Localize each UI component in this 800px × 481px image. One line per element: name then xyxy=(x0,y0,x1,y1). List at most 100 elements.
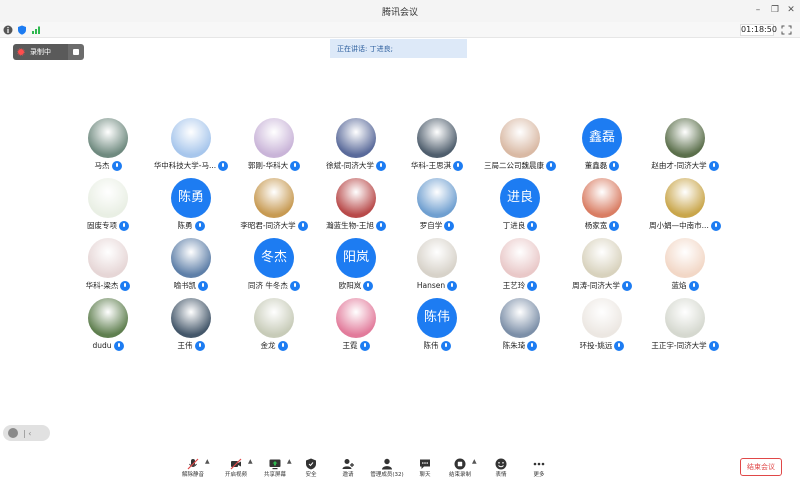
participant-tile[interactable]: 周小娟—中南市... xyxy=(645,178,725,240)
mic-icon xyxy=(218,161,229,171)
participant-tile[interactable]: 华科-梁杰 xyxy=(68,238,148,300)
participant-name: 陈勇 xyxy=(177,221,193,230)
participant-tile[interactable]: 周涛-同济大学 xyxy=(562,238,642,300)
participant-tile[interactable]: 三局二公司魏晨康 xyxy=(480,118,560,180)
invite-button[interactable]: 邀请 xyxy=(330,451,366,481)
record-stop-icon xyxy=(454,455,466,470)
caret-up-icon[interactable]: ▲ xyxy=(248,458,253,465)
avatar xyxy=(582,238,622,278)
caret-up-icon[interactable]: ▲ xyxy=(287,458,292,465)
participant-name-row: 王正宇-同济大学 xyxy=(645,340,725,352)
close-icon[interactable]: ✕ xyxy=(785,4,797,16)
participant-name: 李昭君-同济大学 xyxy=(240,221,296,230)
title-bar: 腾讯会议 – ❐ ✕ xyxy=(0,0,800,22)
video-button[interactable]: ▲ 开启视频 xyxy=(218,451,254,481)
info-icon[interactable] xyxy=(3,25,13,35)
participant-tile[interactable]: 环投-姚远 xyxy=(562,298,642,360)
avatar xyxy=(500,238,540,278)
avatar: 陈伟 xyxy=(417,298,457,338)
participant-tile[interactable]: 徐斌-同济大学 xyxy=(316,118,396,180)
caret-up-icon[interactable]: ▲ xyxy=(205,458,210,465)
end-meeting-button[interactable]: 结束会议 xyxy=(740,458,782,476)
avatar: 鑫磊 xyxy=(582,118,622,158)
shield-icon[interactable] xyxy=(17,25,27,35)
participant-tile[interactable]: 马杰 xyxy=(68,118,148,180)
participant-name-row: 蓝焰 xyxy=(645,280,725,292)
recording-label: 录制中 xyxy=(30,48,51,56)
more-button[interactable]: 更多 xyxy=(521,451,557,481)
record-button[interactable]: ▲ 结束录制 xyxy=(442,451,478,481)
participant-name-row: 固废专项 xyxy=(68,220,148,232)
recording-indicator[interactable]: 录制中 xyxy=(13,44,84,60)
participant-tile[interactable]: 王正宇-同济大学 xyxy=(645,298,725,360)
participant-name: 喻书凯 xyxy=(173,281,197,290)
participant-tile[interactable]: 陈勇 陈勇 xyxy=(151,178,231,240)
emoji-button[interactable]: 表情 xyxy=(483,451,519,481)
participant-tile[interactable]: 瀚蓝生物-王旭 xyxy=(316,178,396,240)
participant-name: 华中科技大学-马... xyxy=(153,161,217,170)
avatar xyxy=(500,118,540,158)
participant-name: dudu xyxy=(92,341,112,350)
participant-tile[interactable]: 华中科技大学-马... xyxy=(151,118,231,180)
participant-tile[interactable]: 王艺玲 xyxy=(480,238,560,300)
participant-tile[interactable]: 蓝焰 xyxy=(645,238,725,300)
mic-icon xyxy=(546,161,556,171)
participant-tile[interactable]: dudu xyxy=(68,298,148,360)
participant-name: 陈朱琦 xyxy=(502,341,526,350)
participant-name-row: 陈勇 xyxy=(151,220,231,232)
participant-name-row: dudu xyxy=(68,340,148,352)
side-panel-toggle[interactable]: | ‹ xyxy=(3,425,50,441)
unmute-button[interactable]: ▲ 解除静音 xyxy=(175,451,211,481)
participant-tile[interactable]: 固废专项 xyxy=(68,178,148,240)
fullscreen-icon[interactable] xyxy=(781,25,792,35)
caret-up-icon[interactable]: ▲ xyxy=(472,458,477,465)
participant-tile[interactable]: 杨家宽 xyxy=(562,178,642,240)
participant-tile[interactable]: 阳岚 欧阳岚 xyxy=(316,238,396,300)
restore-icon[interactable]: ❐ xyxy=(769,4,781,16)
participant-name-row: 环投-姚远 xyxy=(562,340,642,352)
minimize-icon[interactable]: – xyxy=(752,4,764,16)
avatar: 进良 xyxy=(500,178,540,218)
mic-icon xyxy=(359,341,370,351)
participant-tile[interactable]: 华科-王思淇 xyxy=(397,118,477,180)
participant-name: 瀚蓝生物-王旭 xyxy=(326,221,374,230)
participant-tile[interactable]: 金龙 xyxy=(234,298,314,360)
avatar xyxy=(582,298,622,338)
avatar xyxy=(88,178,128,218)
participant-tile[interactable]: 王伟 xyxy=(151,298,231,360)
participant-tile[interactable]: 郭刚-华科大 xyxy=(234,118,314,180)
mic-icon xyxy=(375,161,386,171)
avatar xyxy=(171,298,211,338)
mic-icon xyxy=(297,221,308,231)
avatar xyxy=(254,178,294,218)
participant-tile[interactable]: 进良 丁进良 xyxy=(480,178,560,240)
participant-name: 马杰 xyxy=(94,161,110,170)
participant-tile[interactable]: 冬杰 同济 牛冬杰 xyxy=(234,238,314,300)
participant-name: 环投-姚远 xyxy=(579,341,613,350)
stop-recording-button[interactable] xyxy=(68,44,84,60)
participant-tile[interactable]: 陈朱琦 xyxy=(480,298,560,360)
mic-icon xyxy=(440,341,451,351)
participant-tile[interactable]: 罗自学 xyxy=(397,178,477,240)
participant-tile[interactable]: Hansen xyxy=(397,238,477,300)
mic-icon xyxy=(119,221,129,231)
emoji-icon xyxy=(495,455,507,470)
participant-tile[interactable]: 陈伟 陈伟 xyxy=(397,298,477,360)
mic-icon xyxy=(527,221,538,231)
members-button[interactable]: 管理成员(32) xyxy=(369,451,405,481)
signal-icon[interactable] xyxy=(31,25,41,35)
participant-tile[interactable]: 喻书凯 xyxy=(151,238,231,300)
participant-tile[interactable]: 李昭君-同济大学 xyxy=(234,178,314,240)
participant-name: 陈伟 xyxy=(423,341,439,350)
avatar: 冬杰 xyxy=(254,238,294,278)
mic-icon xyxy=(290,161,301,171)
participant-tile[interactable]: 鑫磊 董鑫磊 xyxy=(562,118,642,180)
participant-name: 周小娟—中南市... xyxy=(649,221,709,230)
participant-name-row: 王伟 xyxy=(151,340,231,352)
participant-name-row: 周涛-同济大学 xyxy=(562,280,642,292)
participant-tile[interactable]: 赵由才-同济大学 xyxy=(645,118,725,180)
mic-icon xyxy=(289,281,300,291)
participant-name: 华科-王思淇 xyxy=(410,161,452,170)
participant-name-row: Hansen xyxy=(397,280,477,292)
participant-tile[interactable]: 王霓 xyxy=(316,298,396,360)
